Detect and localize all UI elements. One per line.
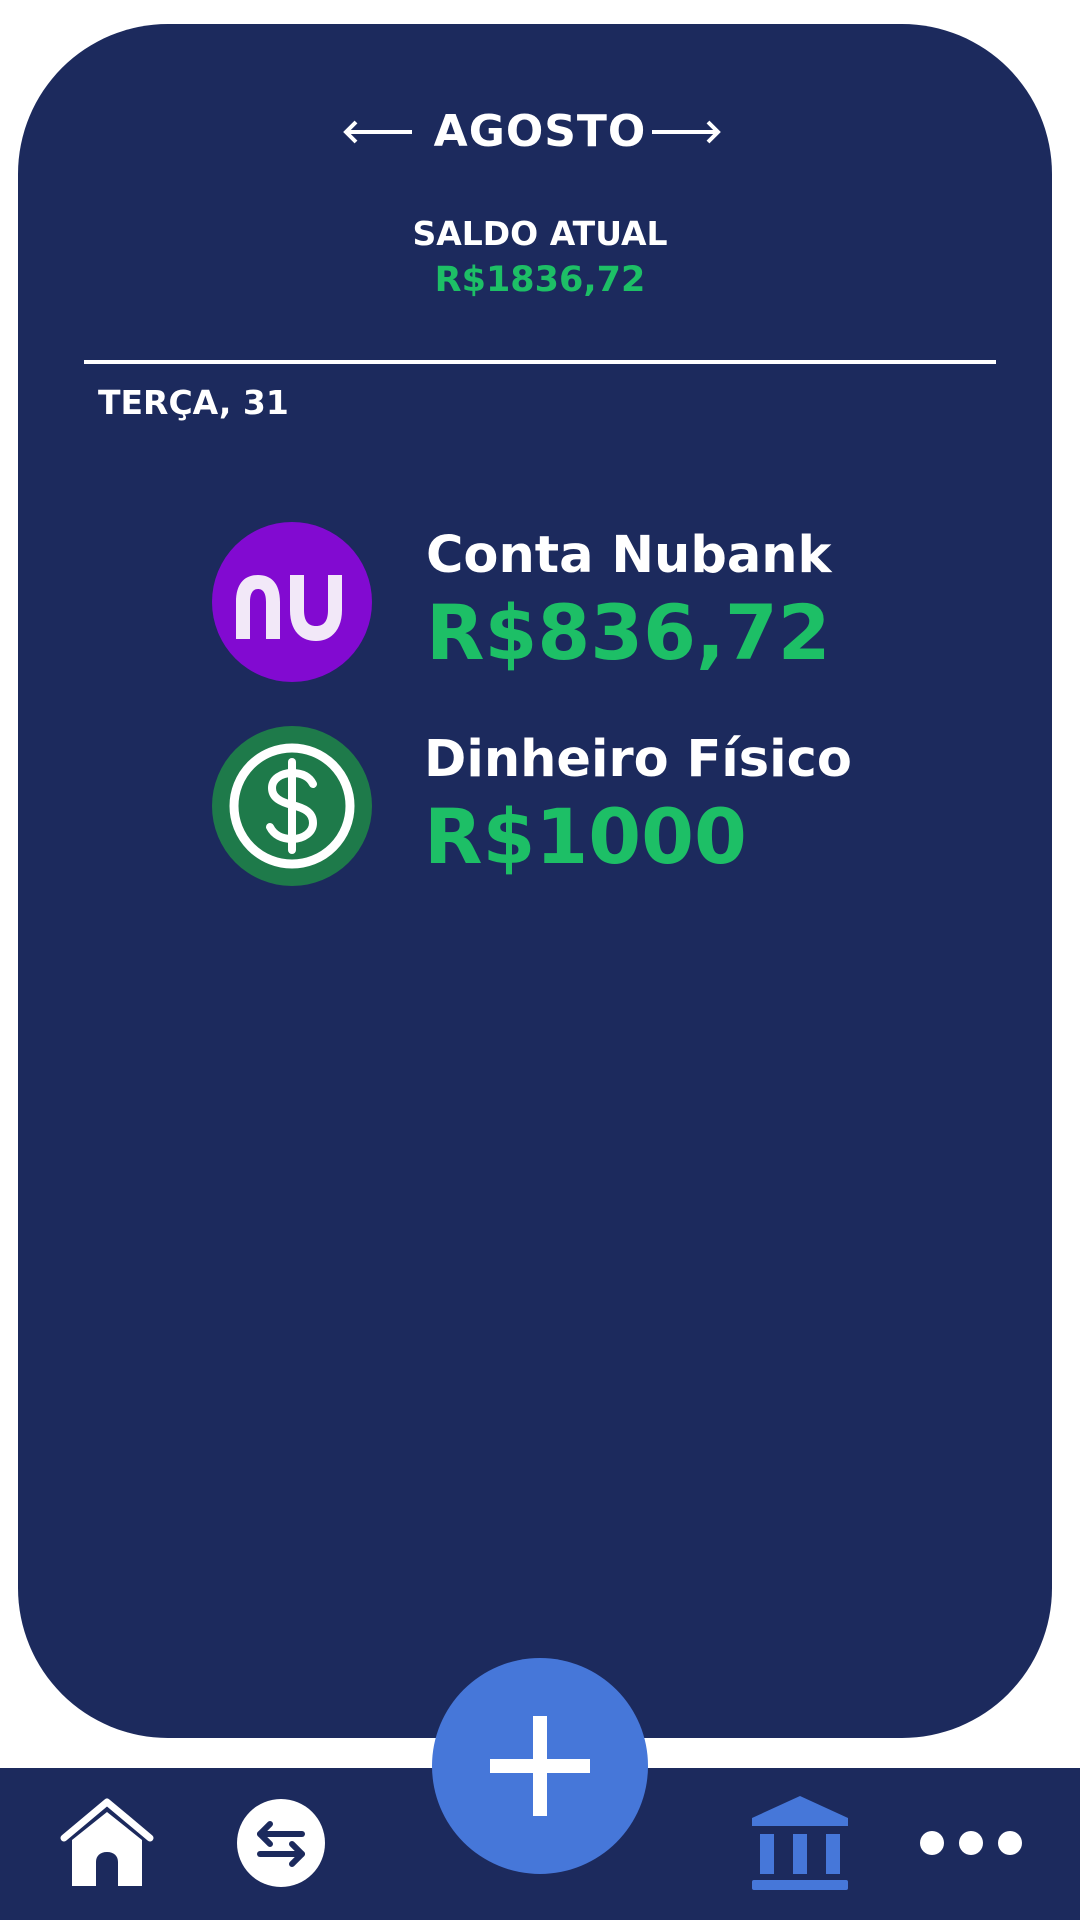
day-label: TERÇA, 31 [98, 383, 289, 422]
account-item-cash[interactable]: Dinheiro Físico R$1000 [212, 726, 912, 886]
account-balance: R$1000 [424, 792, 747, 881]
month-selector: AGOSTO [0, 100, 1080, 166]
current-balance-value: R$1836,72 [434, 260, 646, 300]
current-balance-label: SALDO ATUAL [412, 214, 668, 253]
plus-icon [490, 1716, 590, 1816]
cash-dollar-icon [212, 726, 372, 886]
bank-icon[interactable] [750, 1794, 850, 1892]
account-item-nubank[interactable]: Conta Nubank R$836,72 [212, 522, 912, 682]
account-balance: R$836,72 [426, 588, 831, 677]
transfer-icon[interactable] [236, 1798, 326, 1888]
arrow-right-icon[interactable] [648, 114, 724, 150]
home-icon[interactable] [58, 1796, 156, 1890]
month-label: AGOSTO [433, 106, 647, 157]
nubank-logo-icon [212, 522, 372, 682]
divider [84, 360, 996, 364]
add-button[interactable] [432, 1658, 648, 1874]
account-name: Conta Nubank [426, 526, 832, 585]
more-icon[interactable] [918, 1824, 1024, 1862]
account-name: Dinheiro Físico [424, 730, 852, 789]
